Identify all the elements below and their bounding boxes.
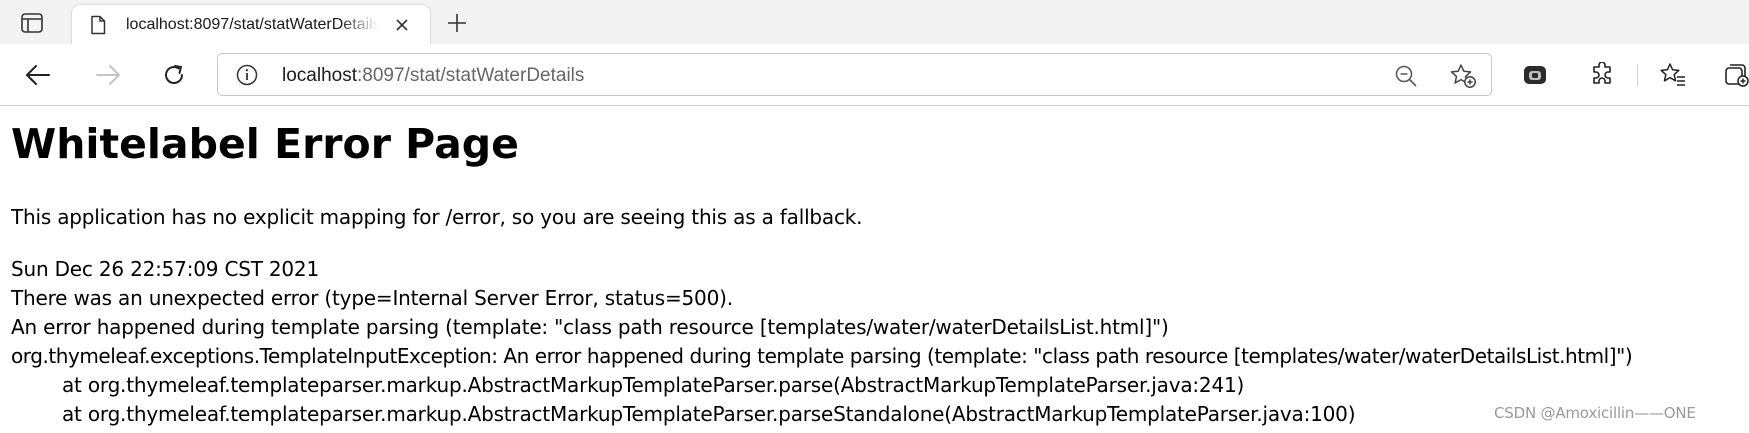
copilot-icon[interactable] (1519, 59, 1551, 91)
refresh-icon (165, 65, 183, 84)
error-message: An error happened during template parsin… (11, 315, 1169, 339)
forward-arrow-icon (96, 65, 120, 85)
page-content: Whitelabel Error Page This application h… (11, 107, 1749, 433)
new-tab-button[interactable] (444, 10, 470, 36)
url-path: /stat/statWaterDetails (404, 65, 585, 86)
zoom-out-icon[interactable] (1394, 64, 1418, 88)
tab-strip: localhost:8097/stat/statWaterDetails (0, 0, 1749, 44)
stack-trace-line: at org.thymeleaf.templateparser.markup.A… (62, 402, 1356, 426)
address-bar[interactable]: localhost:8097/stat/statWaterDetails (217, 53, 1492, 96)
tab-active[interactable]: localhost:8097/stat/statWaterDetails (72, 5, 430, 44)
error-status: There was an unexpected error (type=Inte… (11, 286, 733, 310)
page-icon (88, 15, 108, 35)
back-button[interactable] (22, 59, 54, 91)
collections-icon[interactable] (1721, 59, 1749, 91)
tab-title: localhost:8097/stat/statWaterDetails (126, 16, 378, 33)
browser-toolbar: localhost:8097/stat/statWaterDetails (0, 44, 1749, 106)
watermark-text: CSDN @Amoxicillin——ONE (1494, 404, 1696, 422)
favorites-icon[interactable] (1657, 59, 1689, 91)
tab-actions-icon[interactable] (18, 10, 46, 36)
exception-line: org.thymeleaf.exceptions.TemplateInputEx… (11, 344, 1633, 368)
forward-button[interactable] (92, 59, 124, 91)
url-port: :8097 (357, 65, 405, 86)
url-host: localhost (282, 65, 357, 86)
url-text[interactable]: localhost:8097/stat/statWaterDetails (282, 65, 584, 87)
intro-text: This application has no explicit mapping… (11, 205, 863, 229)
close-icon[interactable] (392, 15, 412, 35)
back-arrow-icon (26, 65, 50, 85)
extensions-icon[interactable] (1586, 59, 1618, 91)
page-title: Whitelabel Error Page (11, 120, 519, 168)
toolbar-divider (1637, 64, 1638, 86)
info-icon[interactable] (236, 64, 258, 86)
add-favorite-icon[interactable] (1449, 63, 1477, 89)
plus-icon (448, 14, 466, 32)
refresh-button[interactable] (158, 59, 190, 91)
stack-trace-line: at org.thymeleaf.templateparser.markup.A… (62, 373, 1245, 397)
error-timestamp: Sun Dec 26 22:57:09 CST 2021 (11, 257, 319, 281)
